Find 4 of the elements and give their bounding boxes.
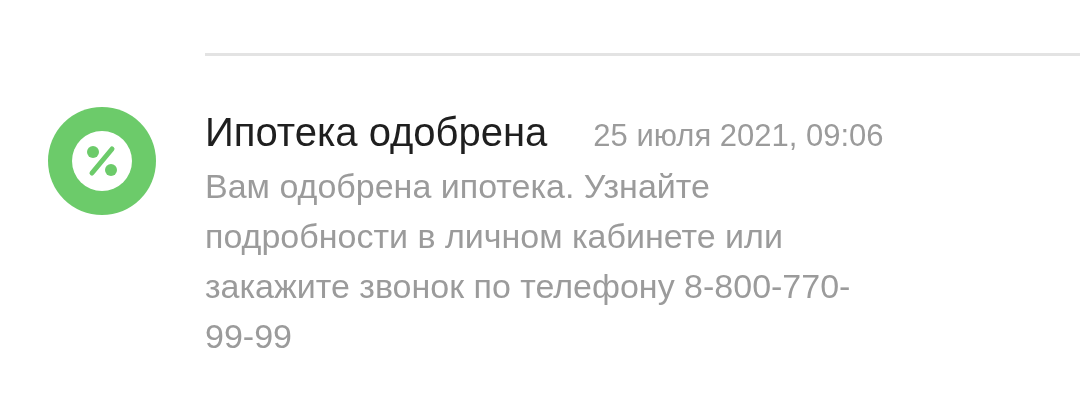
notification-time: 25 июля 2021, 09:06: [593, 118, 884, 154]
notification-title: Ипотека одобрена: [205, 109, 548, 156]
percent-icon: [48, 107, 156, 215]
notification-message: Вам одобрена ипотека. Узнайте подробности в личном кабинете или закажите звонок по телефону 8-800-770-99-99: [205, 166, 852, 357]
